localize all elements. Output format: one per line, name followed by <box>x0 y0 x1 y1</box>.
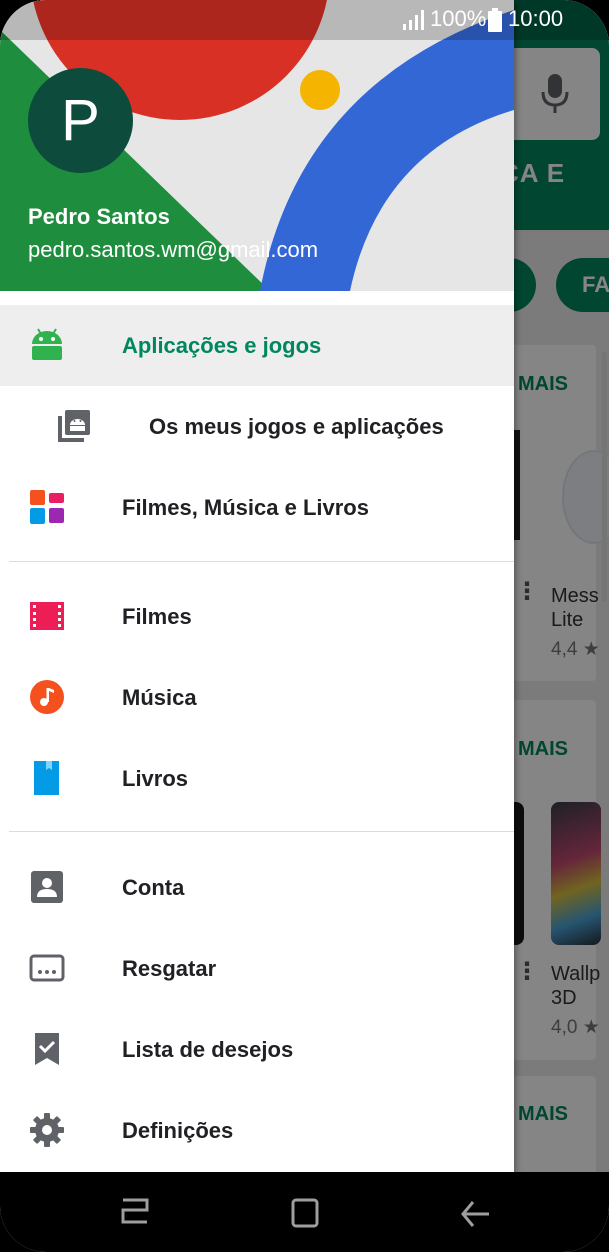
menu-label: Lista de desejos <box>122 1037 294 1062</box>
account-icon <box>31 871 63 903</box>
menu-item-my-apps[interactable]: Os meus jogos e aplicações <box>0 386 514 467</box>
menu-label: Definições <box>122 1118 234 1143</box>
menu-item-settings[interactable]: Definições <box>0 1090 514 1171</box>
battery-icon <box>488 8 502 32</box>
settings-gear-icon <box>30 1113 64 1147</box>
recent-apps-icon[interactable] <box>115 1194 155 1234</box>
menu-label: Filmes <box>122 604 192 629</box>
avatar[interactable]: P <box>28 68 133 173</box>
menu-label: Música <box>122 685 197 710</box>
menu-item-account[interactable]: Conta <box>0 847 514 928</box>
divider <box>9 561 514 562</box>
navigation-drawer: P Pedro Santos pedro.santos.wm@gmail.com… <box>0 0 514 1175</box>
menu-label: Conta <box>122 875 185 900</box>
navigation-bar <box>0 1172 609 1252</box>
wishlist-bookmark-icon <box>35 1033 59 1065</box>
books-icon <box>34 761 59 795</box>
account-name: Pedro Santos <box>28 204 170 229</box>
battery-percent: 100% <box>430 6 487 31</box>
menu-label: Livros <box>122 766 189 791</box>
menu-item-redeem[interactable]: Resgatar <box>0 928 514 1009</box>
menu-label: Resgatar <box>122 956 217 981</box>
divider <box>9 831 514 832</box>
account-email: pedro.santos.wm@gmail.com <box>28 237 319 262</box>
menu-label: Aplicações e jogos <box>122 333 322 358</box>
menu-item-movies-music-books[interactable]: Filmes, Música e Livros <box>0 467 514 548</box>
menu-item-music[interactable]: Música <box>0 657 514 738</box>
movies-icon <box>30 602 64 630</box>
menu-item-wishlist[interactable]: Lista de desejos <box>0 1009 514 1090</box>
account-header[interactable]: P Pedro Santos pedro.santos.wm@gmail.com <box>0 0 514 291</box>
device-screen: CA E FA MAIS ⋮ Mess Lite 4,4 ★ MAIS ⋮ Wa… <box>0 0 609 1252</box>
menu-item-movies[interactable]: Filmes <box>0 576 514 657</box>
entertainment-icon <box>30 490 64 524</box>
signal-icon <box>403 10 424 30</box>
home-icon[interactable] <box>285 1194 325 1234</box>
redeem-icon <box>29 954 65 982</box>
menu-label: Os meus jogos e aplicações <box>149 414 444 439</box>
menu-item-apps-games[interactable]: Aplicações e jogos <box>0 305 514 386</box>
clock: 10:00 <box>508 6 564 31</box>
android-icon <box>32 328 62 360</box>
menu-label: Filmes, Música e Livros <box>122 495 369 520</box>
menu-item-books[interactable]: Livros <box>0 738 514 819</box>
status-bar: 100% 10:00 <box>0 0 609 40</box>
my-apps-library-icon <box>58 410 90 442</box>
back-icon[interactable] <box>455 1194 495 1234</box>
music-icon <box>30 680 64 714</box>
